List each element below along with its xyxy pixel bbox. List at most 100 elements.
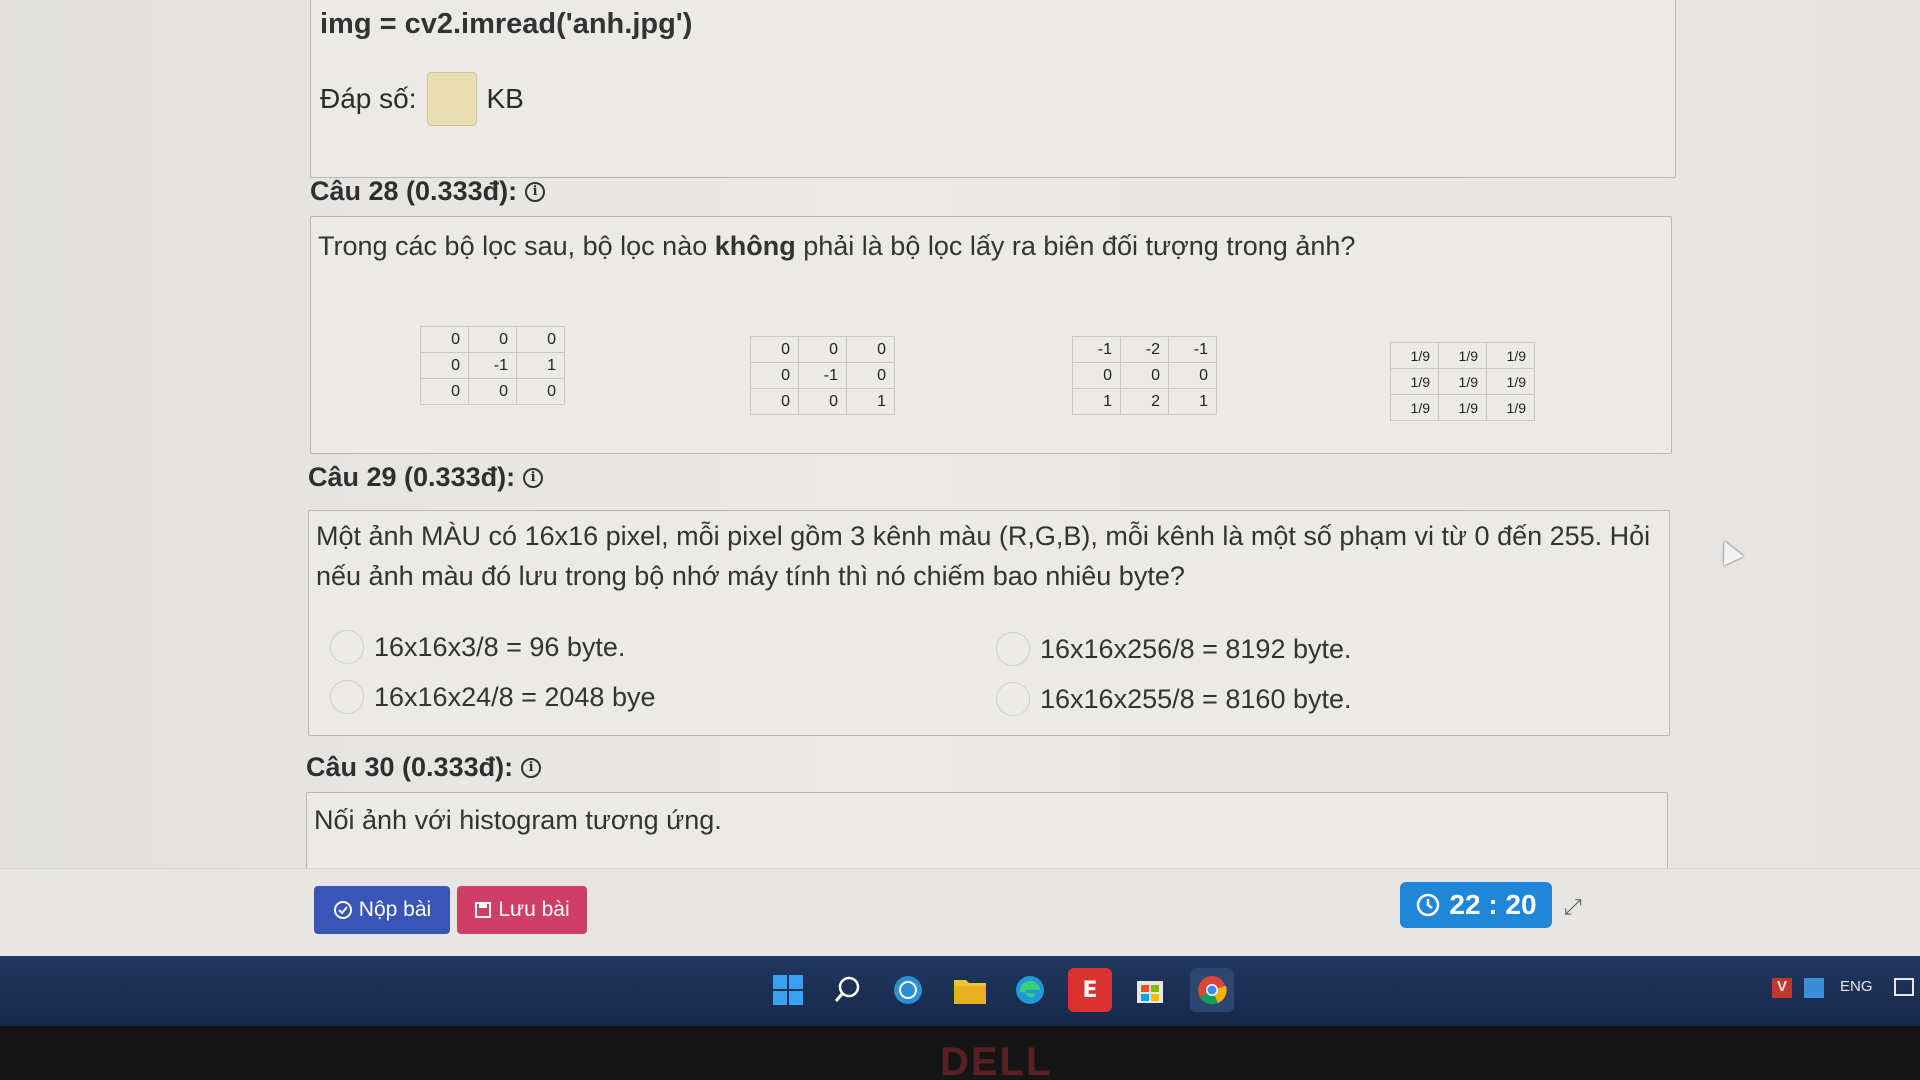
matrix-row: -1 -2 -1 [1072,336,1217,363]
clock-icon [1417,893,1440,917]
question-28-text-bold: không [714,231,796,261]
matrix-cell: 0 [468,326,517,353]
edge-browser-icon[interactable] [1008,968,1052,1012]
matrix-cell: -1 [1168,336,1217,363]
matrix-cell: 0 [750,336,799,363]
answer-input[interactable] [426,72,477,126]
option-a-label: 16x16x3/8 = 96 byte. [374,631,626,662]
filter-matrix-2: 000 0 -1 0 001 [750,336,895,415]
matrix-cell: 0 [1120,362,1169,389]
matrix-row: 000 [1072,362,1217,389]
matrix-cell: 0 [468,378,517,405]
matrix-cell: -1 [1072,336,1121,363]
matrix-cell: 1/9 [1390,342,1439,369]
option-c-label: 16x16x24/8 = 2048 bye [374,681,656,712]
action-bar [0,868,1920,956]
radio-button[interactable] [996,682,1030,716]
filter-matrix-1: 000 0 -1 1 000 [420,326,565,405]
mouse-cursor [1714,536,1744,566]
windows-start-icon[interactable] [766,968,810,1012]
matrix-cell: 0 [420,378,469,405]
code-line: img = cv2.imread('anh.jpg') [320,8,693,40]
search-icon[interactable] [826,968,870,1012]
matrix-cell: 0 [420,352,469,379]
matrix-cell: 1 [846,388,895,415]
info-icon[interactable]: i [523,467,544,488]
matrix-cell: 0 [750,388,799,415]
question-29-title: Câu 29 (0.333đ): [308,462,516,492]
question-29-text: Một ảnh MÀU có 16x16 pixel, mỗi pixel gồ… [316,521,1651,591]
matrix-cell: 0 [798,336,847,363]
save-button[interactable]: Lưu bài [457,886,587,934]
language-indicator[interactable]: ENG [1840,978,1873,995]
option-b[interactable]: 16x16x256/8 = 8192 byte. [996,632,1352,666]
matrix-cell: 0 [846,336,895,363]
matrix-cell: 1/9 [1486,368,1535,395]
matrix-cell: 1/9 [1486,342,1535,369]
matrix-row: 1/9 1/9 1/9 [1390,368,1535,395]
tray-v-icon[interactable]: V [1772,978,1792,998]
radio-button[interactable] [330,680,364,714]
answer-unit: KB [486,83,524,114]
radio-button[interactable] [996,632,1030,666]
tray-network-icon[interactable] [1804,978,1824,998]
file-explorer-icon[interactable] [948,968,992,1012]
matrix-cell: -1 [468,352,517,379]
matrix-row: 001 [750,388,895,415]
option-a[interactable]: 16x16x3/8 = 96 byte. [330,630,625,664]
timer-value: 22 : 20 [1449,889,1537,920]
submit-button-label: Nộp bài [358,898,432,921]
matrix-cell: 0 [516,378,565,405]
answer-label: Đáp số: [320,83,417,114]
matrix-cell: 1/9 [1438,342,1487,369]
question-30-title: Câu 30 (0.333đ): [306,752,514,782]
matrix-cell: 0 [798,388,847,415]
question-28-text: Trong các bộ lọc sau, bộ lọc nào không p… [318,226,1355,266]
matrix-cell: 1 [1168,388,1217,415]
matrix-cell: 0 [420,326,469,353]
dell-logo: DELL [940,1040,1053,1080]
matrix-cell: -1 [798,362,847,389]
question-30-text: Nối ảnh với histogram tương ứng. [314,805,722,835]
filter-matrix-4: 1/9 1/9 1/9 1/9 1/9 1/9 1/9 1/9 1/9 [1390,342,1535,421]
matrix-row: 1/9 1/9 1/9 [1390,342,1535,369]
check-circle-icon [333,901,352,919]
info-icon[interactable]: i [525,181,546,202]
question-28-text-after: phải là bộ lọc lấy ra biên đối tượng tro… [795,231,1356,261]
exam-app-icon[interactable]: E [1068,968,1112,1012]
submit-button[interactable]: Nộp bài [314,886,450,934]
info-icon[interactable]: i [521,757,542,778]
matrix-cell: 1 [516,352,565,379]
matrix-cell: -2 [1120,336,1169,363]
option-d-label: 16x16x255/8 = 8160 byte. [1040,683,1352,714]
matrix-cell: 2 [1120,388,1169,415]
save-icon [475,902,492,918]
option-c[interactable]: 16x16x24/8 = 2048 bye [330,680,655,714]
matrix-cell: 0 [846,362,895,389]
answer-row: Đáp số: KB [320,72,524,126]
question-28-text-before: Trong các bộ lọc sau, bộ lọc nào [318,231,715,261]
matrix-row: 121 [1072,388,1217,415]
notification-icon[interactable] [1894,978,1914,996]
exam-content: img = cv2.imread('anh.jpg') Đáp số: KB C… [0,0,1920,882]
option-b-label: 16x16x256/8 = 8192 byte. [1040,633,1352,664]
matrix-cell: 1/9 [1390,368,1439,395]
matrix-row: 0 -1 1 [420,352,565,379]
matrix-row: 1/9 1/9 1/9 [1390,394,1535,421]
option-d[interactable]: 16x16x255/8 = 8160 byte. [996,682,1352,716]
matrix-cell: 1/9 [1486,394,1535,421]
matrix-cell: 1/9 [1438,394,1487,421]
matrix-cell: 0 [516,326,565,353]
app-icon[interactable] [886,968,930,1012]
matrix-cell: 1/9 [1390,394,1439,421]
filter-matrix-3: -1 -2 -1 000 121 [1072,336,1217,415]
question-30-heading: Câu 30 (0.333đ): i [306,752,542,783]
expand-icon[interactable]: ⤢ [1564,894,1582,920]
chrome-icon[interactable] [1190,968,1234,1012]
radio-button[interactable] [330,630,364,664]
matrix-row: 0 -1 0 [750,362,895,389]
store-icon[interactable] [1128,968,1172,1012]
taskbar: E V ENG [0,956,1920,1026]
matrix-row: 000 [420,326,565,353]
matrix-cell: 1/9 [1438,368,1487,395]
